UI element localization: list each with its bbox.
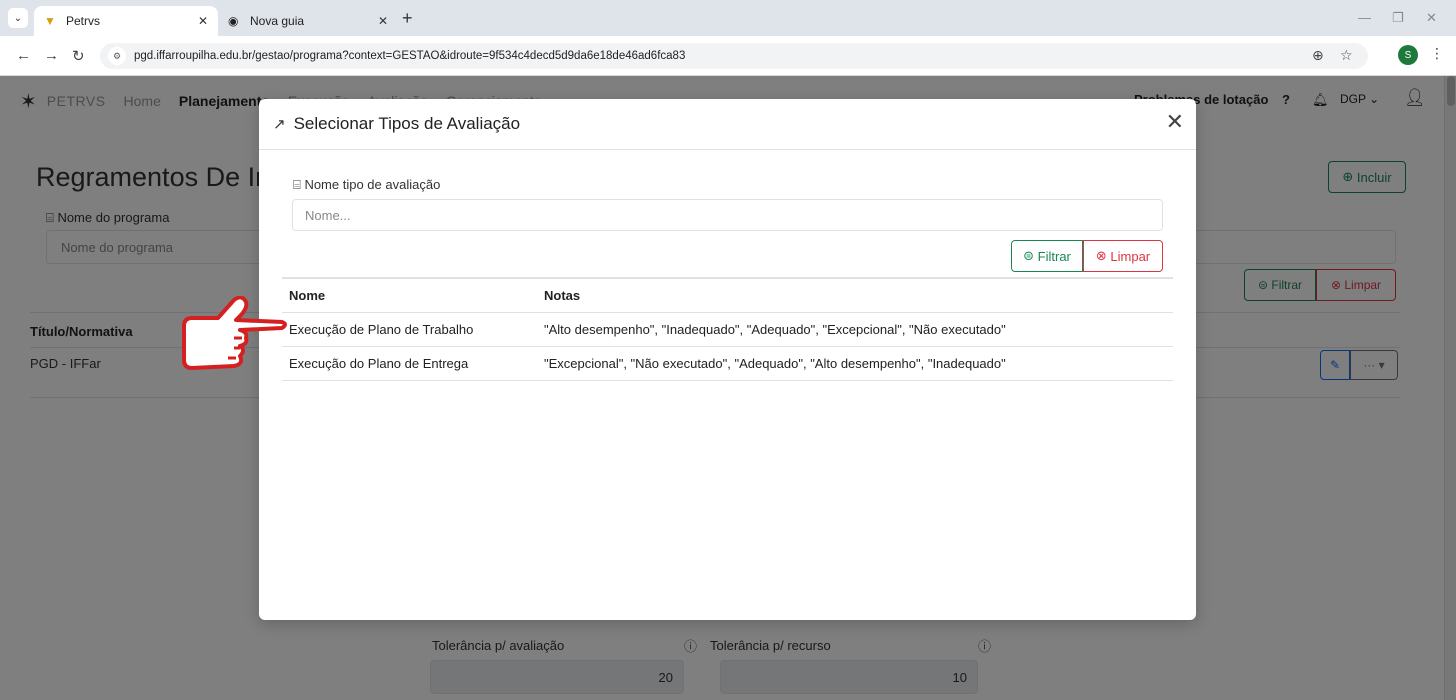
close-window-icon[interactable]: ✕ xyxy=(1426,10,1437,26)
back-icon[interactable]: ← xyxy=(16,47,31,64)
new-tab-icon[interactable]: + xyxy=(402,8,413,29)
col-notas: Notas xyxy=(544,288,581,303)
close-icon[interactable]: ✕ xyxy=(1166,111,1184,133)
close-tab-icon[interactable]: ✕ xyxy=(198,14,208,28)
modal-filtrar-button[interactable]: ⊜ Filtrar xyxy=(1011,240,1083,272)
app-area: ✶ PETRVS Home Planejamento Execução Aval… xyxy=(0,76,1456,700)
url-text: pgd.iffarroupilha.edu.br/gestao/programa… xyxy=(134,50,686,62)
browser-menu-icon[interactable]: ⋮ xyxy=(1430,45,1444,62)
forward-icon[interactable]: → xyxy=(44,47,59,64)
table-row[interactable]: Execução do Plano de Entrega "Excepciona… xyxy=(282,347,1173,381)
tipos-avaliacao-table: Nome Notas Execução de Plano de Trabalho… xyxy=(282,277,1173,381)
reload-icon[interactable]: ↻ xyxy=(72,47,85,65)
zoom-icon[interactable]: ⊕ xyxy=(1312,47,1324,64)
row-nome: Execução do Plano de Entrega xyxy=(289,356,469,371)
row-nome: Execução de Plano de Trabalho xyxy=(289,322,474,337)
petrvs-favicon-icon: ▼ xyxy=(44,14,56,28)
chrome-favicon-icon: ◉ xyxy=(228,14,239,28)
filter-icon: ⊜ xyxy=(1023,248,1035,263)
tab-label: Nova guia xyxy=(250,14,305,28)
tab-label: Petrvs xyxy=(66,14,101,28)
clear-icon: ⊗ xyxy=(1095,248,1107,263)
pointing-hand-icon xyxy=(182,296,287,370)
filtrar-label: Filtrar xyxy=(1037,248,1071,264)
modal-limpar-button[interactable]: ⊗ Limpar xyxy=(1083,240,1163,272)
browser-tabbar: ⌄ ▼ Petrvs ✕ ◉ Nova guia ✕ + — ❐ ✕ xyxy=(0,0,1456,36)
site-info-icon[interactable]: ⚙ xyxy=(108,47,126,65)
nome-tipo-input[interactable]: Nome... xyxy=(292,199,1163,231)
modal-header: ↗ Selecionar Tipos de Avaliação ✕ xyxy=(259,99,1196,150)
nome-tipo-label-text: Nome tipo de avaliação xyxy=(304,177,441,192)
input-icon: ⌸ xyxy=(293,177,301,192)
external-link-icon: ↗ xyxy=(273,116,286,133)
close-tab-icon[interactable]: ✕ xyxy=(378,14,388,28)
address-bar[interactable]: ⚙ pgd.iffarroupilha.edu.br/gestao/progra… xyxy=(100,43,1368,69)
bookmark-star-icon[interactable]: ☆ xyxy=(1340,47,1353,64)
table-header: Nome Notas xyxy=(282,277,1173,313)
nome-tipo-label: ⌸ Nome tipo de avaliação xyxy=(293,177,440,193)
col-nome: Nome xyxy=(289,288,326,303)
tab-search-icon[interactable]: ⌄ xyxy=(8,8,28,28)
table-row[interactable]: Execução de Plano de Trabalho "Alto dese… xyxy=(282,313,1173,347)
minimize-icon[interactable]: — xyxy=(1358,10,1371,25)
restore-icon[interactable]: ❐ xyxy=(1392,10,1404,26)
browser-tab-petrvs[interactable]: ▼ Petrvs ✕ xyxy=(34,6,218,36)
row-notas: "Alto desempenho", "Inadequado", "Adequa… xyxy=(544,322,1006,337)
browser-tab-nova-guia[interactable]: ◉ Nova guia ✕ xyxy=(218,6,398,36)
limpar-label: Limpar xyxy=(1110,248,1151,264)
modal-title: Selecionar Tipos de Avaliação xyxy=(293,114,521,133)
selecionar-tipos-avaliacao-modal: ↗ Selecionar Tipos de Avaliação ✕ ⌸ Nome… xyxy=(259,99,1196,620)
profile-avatar[interactable]: S xyxy=(1398,45,1418,65)
row-notas: "Excepcional", "Não executado", "Adequad… xyxy=(544,356,1006,371)
browser-toolbar: ← → ↻ ⚙ pgd.iffarroupilha.edu.br/gestao/… xyxy=(0,36,1456,76)
